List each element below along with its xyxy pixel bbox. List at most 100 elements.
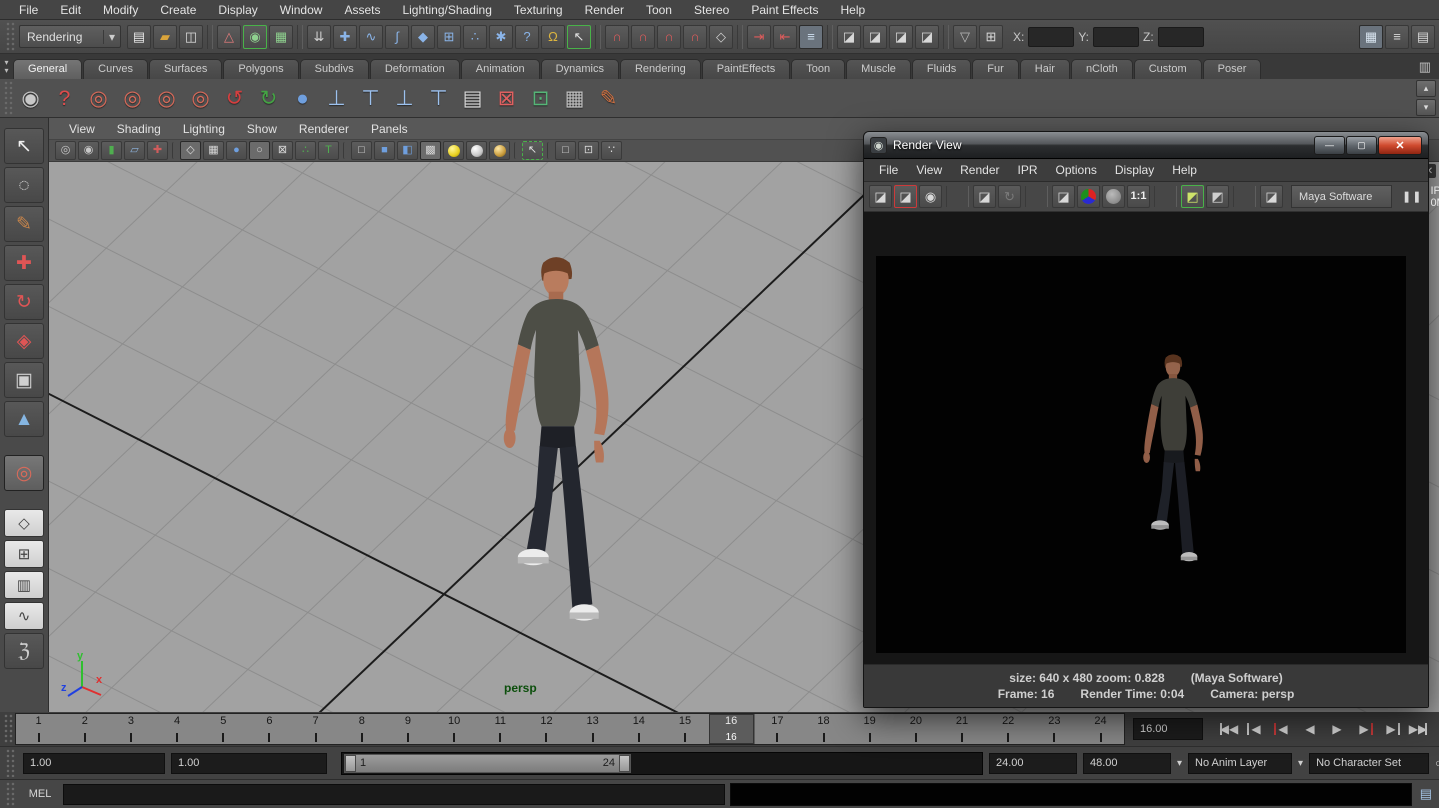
frame-cell[interactable]: 7 [293, 714, 339, 744]
smooth-shade-icon[interactable]: ● [226, 141, 247, 160]
character-set-chevron-icon[interactable]: ▾ [1298, 755, 1303, 771]
viewport-menu-show[interactable]: Show [237, 121, 287, 137]
refresh-ipr-icon[interactable]: ↻ [998, 185, 1021, 208]
menu-help[interactable]: Help [830, 2, 877, 18]
assign-material-icon[interactable]: ⊡ [525, 83, 556, 114]
z-coordinate-field[interactable] [1158, 27, 1204, 47]
command-language-toggle[interactable]: MEL [22, 788, 58, 800]
image-plane-icon[interactable]: ▱ [124, 141, 145, 160]
shelf-tab-animation[interactable]: Animation [461, 59, 540, 79]
input-field-mode-icon[interactable]: ▽ [953, 25, 977, 49]
help-icon[interactable]: ? [49, 83, 80, 114]
shaded-cube-icon[interactable]: ■ [374, 141, 395, 160]
ipr-render-icon[interactable]: ◪ [973, 185, 996, 208]
shelf-tab-fluids[interactable]: Fluids [912, 59, 971, 79]
isolate-select-icon[interactable]: ↖ [522, 141, 543, 160]
frame-cell[interactable]: 5 [201, 714, 247, 744]
maya-logo-icon[interactable]: ℨ [4, 633, 44, 669]
playback-start-field[interactable]: 1.00 [171, 753, 327, 774]
viewport-menu-view[interactable]: View [59, 121, 105, 137]
select-by-hierarchy-icon[interactable]: △ [217, 25, 241, 49]
renderer-selector[interactable]: Maya Software [1291, 185, 1392, 208]
tool-settings-icon[interactable]: ≡ [1385, 25, 1409, 49]
parent-nodes-icon[interactable]: ⊤ [355, 83, 386, 114]
pan-zoom-2d-icon[interactable]: ✚ [147, 141, 168, 160]
unparent-nodes-icon[interactable]: ⊥ [389, 83, 420, 114]
time-slider-grip[interactable] [4, 714, 13, 744]
last-tool-icon[interactable]: ◎ [4, 455, 44, 491]
frame-cell[interactable]: 17 [755, 714, 801, 744]
set-key-icon[interactable]: ○ [1435, 756, 1439, 770]
menu-lighting-shading[interactable]: Lighting/Shading [391, 2, 502, 18]
scale-tool-icon[interactable]: ◈ [4, 323, 44, 359]
shelf-tab-fur[interactable]: Fur [972, 59, 1019, 79]
frame-cell[interactable]: 20 [893, 714, 939, 744]
play-backwards-button[interactable]: ◀ [1298, 719, 1322, 739]
status-line-grip[interactable] [6, 22, 15, 51]
output-connections-icon[interactable]: ⇤ [773, 25, 797, 49]
current-time-field[interactable]: 16.00 [1133, 718, 1203, 740]
frame-cell[interactable]: 8 [339, 714, 385, 744]
maximize-button[interactable]: ▢ [1346, 136, 1377, 155]
group-nodes-icon[interactable]: ⊥ [321, 83, 352, 114]
camera-zoom-icon[interactable]: ◎ [185, 83, 216, 114]
mask-points-icon[interactable]: ✚ [333, 25, 357, 49]
four-pane-layout-icon[interactable]: ⊞ [4, 540, 44, 568]
frame-cell[interactable]: 16 16 [709, 714, 755, 744]
mask-deformations-icon[interactable]: ⊞ [437, 25, 461, 49]
snap-to-curves-icon[interactable]: ∩ [631, 25, 655, 49]
viewport-menu-renderer[interactable]: Renderer [289, 121, 359, 137]
menu-window[interactable]: Window [269, 2, 334, 18]
shelf-tab-general[interactable]: General [13, 59, 82, 79]
step-forward-frame-button[interactable]: ▶ [1379, 719, 1403, 739]
film-reel-icon[interactable]: ◉ [15, 83, 46, 114]
snap-to-view-plane-icon[interactable]: ∩ [683, 25, 707, 49]
trash-icon[interactable]: ▥ [1413, 59, 1437, 75]
save-scene-icon[interactable]: ◫ [179, 25, 203, 49]
rgb-channels-icon[interactable]: ● [1077, 185, 1100, 208]
shelf-tab-ncloth[interactable]: nCloth [1071, 59, 1133, 79]
range-slider-grip[interactable] [6, 749, 15, 777]
open-scene-icon[interactable]: ▰ [153, 25, 177, 49]
rendered-image[interactable] [876, 256, 1406, 653]
playback-range-bar[interactable]: 1 24 [344, 754, 631, 773]
undo-icon[interactable]: ↺ [219, 83, 250, 114]
mask-curves-icon[interactable]: ∫ [385, 25, 409, 49]
menu-toon[interactable]: Toon [635, 2, 683, 18]
film-gate-icon[interactable]: ▦ [203, 141, 224, 160]
viewport-menu-lighting[interactable]: Lighting [173, 121, 235, 137]
shelf-tab-custom[interactable]: Custom [1134, 59, 1202, 79]
xray-cube-icon[interactable]: □ [555, 141, 576, 160]
remove-image-icon[interactable]: ◩ [1206, 185, 1229, 208]
step-back-frame-button[interactable]: ◀ [1244, 719, 1268, 739]
menu-edit[interactable]: Edit [49, 2, 92, 18]
make-live-icon[interactable]: ◇ [709, 25, 733, 49]
menu-texturing[interactable]: Texturing [503, 2, 574, 18]
viewport-menu-panels[interactable]: Panels [361, 121, 418, 137]
rv-menu-help[interactable]: Help [1163, 162, 1206, 178]
frame-cell[interactable]: 15 [662, 714, 708, 744]
frame-cell[interactable]: 10 [432, 714, 478, 744]
menu-display[interactable]: Display [207, 2, 268, 18]
construction-history-icon[interactable]: ≡ [799, 25, 823, 49]
create-node-icon[interactable]: ⊠ [491, 83, 522, 114]
x-coordinate-field[interactable] [1028, 27, 1074, 47]
menu-modify[interactable]: Modify [92, 2, 149, 18]
snap-to-points-icon[interactable]: ∩ [657, 25, 681, 49]
share-view-icon[interactable]: ∵ [601, 141, 622, 160]
texture-view-icon[interactable]: T [318, 141, 339, 160]
open-render-view-icon[interactable]: ◪ [837, 25, 861, 49]
command-line-grip[interactable] [6, 782, 15, 806]
single-pane-layout-icon[interactable]: ◇ [4, 509, 44, 537]
range-slider-track[interactable]: 1 24 [341, 752, 983, 775]
alpha-channel-icon[interactable]: ● [1102, 185, 1125, 208]
menu-stereo[interactable]: Stereo [683, 2, 740, 18]
step-forward-key-button[interactable]: ▶ [1352, 719, 1376, 739]
rv-menu-ipr[interactable]: IPR [1009, 162, 1047, 178]
frame-cell[interactable]: 4 [155, 714, 201, 744]
shelf-tab-poser[interactable]: Poser [1203, 59, 1262, 79]
render-current-frame-icon[interactable]: ◪ [863, 25, 887, 49]
frame-cell[interactable]: 11 [478, 714, 524, 744]
one-to-one-icon[interactable]: 1:1 [1127, 185, 1150, 208]
wireframe-icon[interactable]: ◇ [180, 141, 201, 160]
